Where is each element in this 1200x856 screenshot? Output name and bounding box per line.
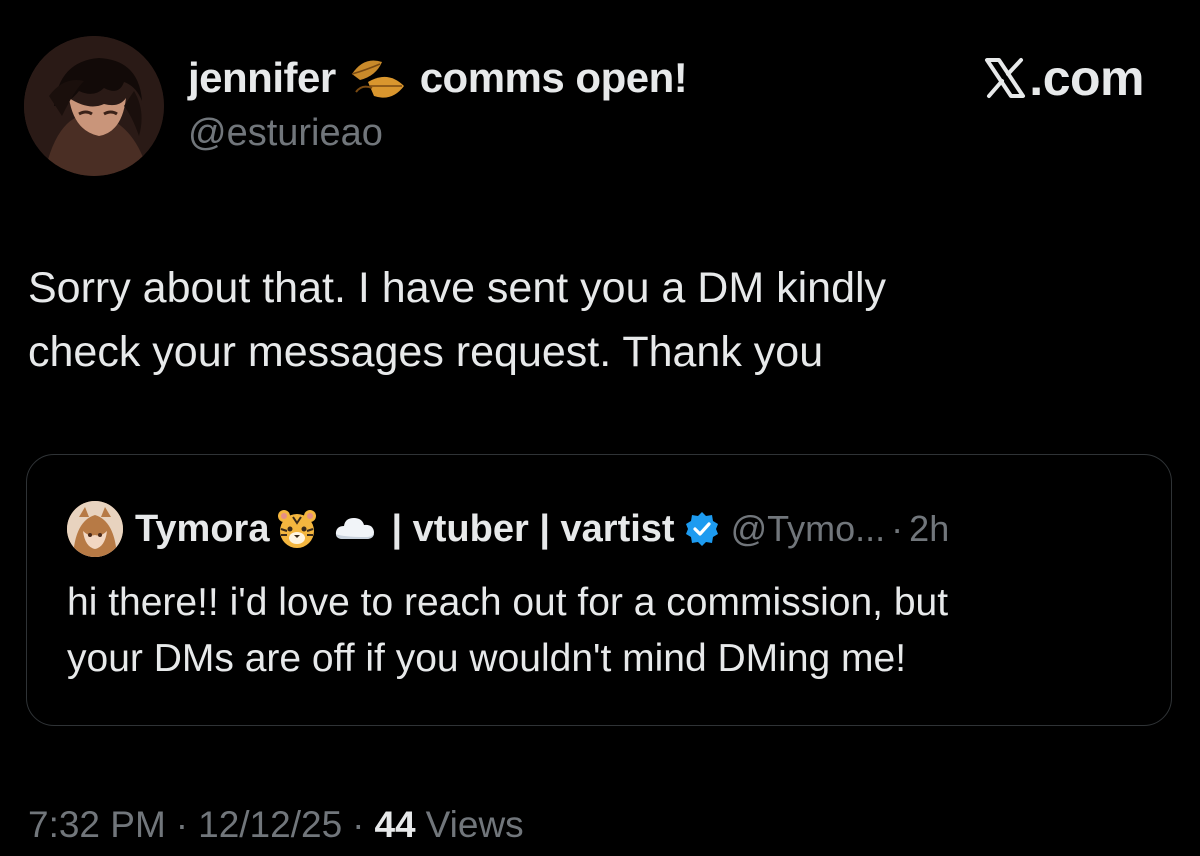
author-avatar-image <box>24 36 164 176</box>
author-name-row[interactable]: jennifer comms open! <box>188 52 688 104</box>
author-display-name[interactable]: jennifer <box>188 54 336 102</box>
quoted-author-display-name[interactable]: Tymora <box>135 508 269 551</box>
quoted-tweet-time[interactable]: 2h <box>909 508 949 550</box>
quoted-author-display-name-suffix[interactable]: | vtuber | vartist <box>391 508 674 551</box>
quoted-author-avatar[interactable] <box>67 501 123 557</box>
footer-separator: · <box>352 804 365 845</box>
author-handle[interactable]: @esturieao <box>188 112 383 155</box>
quoted-author-handle[interactable]: @Tymo... <box>731 508 886 550</box>
tweet-body: Sorry about that. I have sent you a DM k… <box>28 256 1148 384</box>
brand-label: .com <box>983 48 1144 108</box>
cloud-icon <box>333 507 377 551</box>
quoted-tweet-line: hi there!! i'd love to reach out for a c… <box>67 581 949 624</box>
views-label[interactable]: Views <box>426 804 524 846</box>
quoted-tweet-card[interactable]: Tymora | vtuber | vartist @Tymo... · 2h … <box>26 454 1172 726</box>
quoted-meta-separator: · <box>891 508 904 549</box>
tiger-face-icon <box>275 507 319 551</box>
footer-separator: · <box>175 804 189 845</box>
tweet-line: check your messages request. Thank you <box>28 328 824 376</box>
quoted-tweet-line: your DMs are off if you wouldn't mind DM… <box>67 637 907 680</box>
quoted-tweet-header: Tymora | vtuber | vartist @Tymo... · 2h <box>67 499 949 559</box>
tweet-meta-footer: 7:32 PM · 12/12/25 · 44 Views <box>28 800 524 850</box>
fallen-leaf-icon <box>346 52 408 104</box>
brand-domain-text: .com <box>1029 50 1144 106</box>
author-avatar[interactable] <box>24 36 164 176</box>
author-display-name-suffix[interactable]: comms open! <box>420 54 688 102</box>
tweet-time[interactable]: 7:32 PM <box>28 804 166 846</box>
views-count[interactable]: 44 <box>374 804 415 846</box>
tweet-date[interactable]: 12/12/25 <box>198 804 342 846</box>
tweet-line: Sorry about that. I have sent you a DM k… <box>28 264 887 312</box>
x-logo-icon <box>983 56 1027 100</box>
verified-badge-icon[interactable] <box>683 510 721 548</box>
quoted-tweet-body: hi there!! i'd love to reach out for a c… <box>67 575 1147 687</box>
